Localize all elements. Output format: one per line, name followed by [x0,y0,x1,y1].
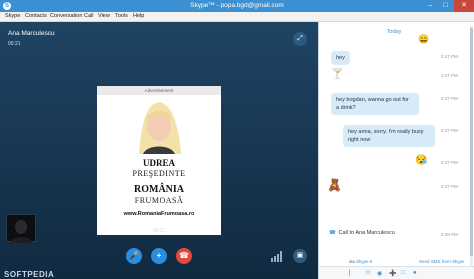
add-icon[interactable]: + [151,248,167,264]
message-line: a drink? [336,105,356,111]
message-time: 2:47 PM [441,160,458,165]
call-timer: 00:21 [8,41,21,47]
call-panel: Ana Marculescu 00:21 ⤢ Advertisement UDR… [0,22,318,279]
file-icon[interactable]: □ [401,270,405,276]
maximize-button[interactable]: □ [438,0,453,12]
signal-icon[interactable] [270,250,284,266]
location-icon[interactable]: ● [413,270,417,276]
message-time: 2:47 PM [441,96,458,101]
menu-tools[interactable]: Tools [115,13,128,19]
message-bubble: hey bogdan, wanna go out for a drink? [331,93,419,115]
callee-timer: 00:21 [152,228,166,234]
portrait-image [133,98,185,154]
close-button[interactable]: ✕ [454,0,474,12]
scrollbar-thumb[interactable] [470,28,473,256]
date-separator: Today [386,29,402,35]
title-bar: S Skype™ - popa.bgd@gmail.com – □ ✕ [0,0,474,12]
minimize-button[interactable]: – [423,0,438,12]
menu-bar: Skype Contacts Conversation Call View To… [0,12,474,22]
message-line: hey anna, sorry. I'm really busy [348,129,424,135]
menu-help[interactable]: Help [133,13,144,19]
ad-country: ROMÂNIA [134,184,184,195]
menu-conversation[interactable]: Conversation [50,13,82,19]
message-line: right now [348,137,371,143]
sleepy-emoticon-icon: 😪 [415,155,428,166]
self-video-image [10,220,33,243]
ad-headline: UDREA [142,158,175,168]
ad-label: Advertisement [97,86,221,95]
via-link[interactable]: Skype ▾ [356,259,372,264]
message-time: 2:47 PM [441,73,458,78]
menu-call[interactable]: Call [84,13,93,19]
callee-name: Ana Marculescu [135,218,183,225]
call-entry-label: Call to Ana Marculescu [338,230,395,236]
ad-subhead: PREŞEDINTE [132,169,186,178]
message-bubble: hey anna, sorry. I'm really busy right n… [343,125,435,147]
message-time: 2:47 PM [441,128,458,133]
chat-panel: Today 😀 hey 2:47 PM 🍸 2:47 PM hey bogdan… [318,22,474,279]
chat-icon[interactable]: ▣ [293,249,307,263]
message-input[interactable]: | ☺ ◉ ➕ □ ● [319,266,474,279]
message-bubble: hey [331,51,350,65]
self-video-preview[interactable] [6,214,36,243]
menu-skype[interactable]: Skype [5,13,20,19]
menu-contacts[interactable]: Contacts [25,13,47,19]
bear-emoticon-icon: 🧸 [327,178,342,192]
emoticon-icon: 😀 [418,34,430,44]
send-sms-link[interactable]: Send SMS from Skype [419,259,465,264]
ad-tagline: FRUMOASĂ [134,196,184,205]
camera-icon[interactable]: ◉ [377,270,382,277]
hangup-icon[interactable]: ☎ [176,248,192,264]
window-title: Skype™ - popa.bgd@gmail.com [190,2,284,9]
fullscreen-icon[interactable]: ⤢ [293,32,307,46]
ad-url[interactable]: www.RomaniaFrumoasa.ro [97,211,221,217]
advertisement[interactable]: Advertisement UDREA PREŞEDINTE ROMÂNIA F… [97,86,221,235]
message-time: 2:47 PM [441,184,458,189]
watermark: SOFTPEDIA [4,270,55,279]
message-line: hey bogdan, wanna go out for [336,97,409,103]
menu-view[interactable]: View [98,13,110,19]
emoticon-icon[interactable]: ☺ [365,270,371,276]
microphone-icon[interactable]: 🎤 [126,248,142,264]
call-entry: ☎ Call to Ana Marculescu [329,230,395,236]
caller-name: Ana Marculescu [8,30,55,37]
cocktail-emoticon-icon: 🍸 [331,69,344,80]
message-time: 2:47 PM [441,54,458,59]
call-entry-time: 2:48 PM [441,232,458,237]
phone-icon: ☎ [329,230,336,236]
via-label: via [349,259,355,264]
text-cursor: | [349,270,351,276]
via-selector[interactable]: via Skype ▾ [349,259,372,265]
add-icon[interactable]: ➕ [389,270,396,277]
